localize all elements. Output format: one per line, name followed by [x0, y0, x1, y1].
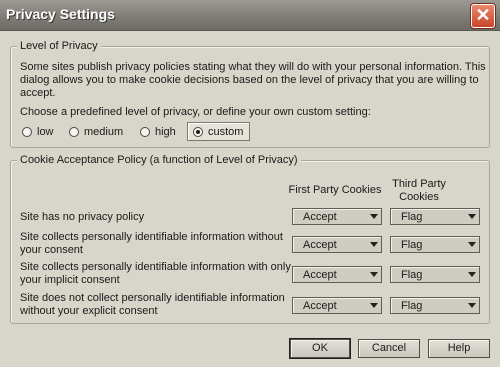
third-party-select-row-2[interactable]: Flag	[390, 236, 480, 253]
privacy-description-line-1: Some sites publish privacy policies stat…	[20, 61, 486, 73]
privacy-level-legend: Level of Privacy	[17, 40, 101, 52]
close-button[interactable]: ✕	[471, 4, 495, 28]
dropdown-arrow-icon[interactable]	[369, 239, 379, 250]
window-title: Privacy Settings	[6, 6, 115, 22]
dropdown-arrow-icon[interactable]	[369, 269, 379, 280]
dropdown-arrow-icon[interactable]	[467, 211, 477, 222]
radio-medium[interactable]: medium	[69, 124, 123, 140]
third-party-value-row-4: Flag	[401, 300, 423, 312]
policy-row-3-label-line-2: your implicit consent	[20, 274, 120, 286]
privacy-description-line-2: dialog allows you to make cookie decisio…	[20, 74, 479, 86]
first-party-select-row-3[interactable]: Accept	[292, 266, 382, 283]
policy-row-3-label-line-1: Site collects personally identifiable in…	[20, 261, 291, 273]
dropdown-arrow-icon[interactable]	[467, 269, 477, 280]
choose-level-label: Choose a predefined level of privacy, or…	[20, 106, 371, 118]
radio-low-label: low	[37, 126, 54, 138]
cancel-button[interactable]: Cancel	[358, 339, 420, 358]
radio-low-indicator[interactable]	[22, 127, 32, 137]
radio-medium-label: medium	[84, 126, 124, 138]
first-party-value-row-3: Accept	[303, 269, 337, 281]
first-party-column-header: First Party Cookies	[288, 184, 382, 196]
radio-custom-label: custom	[208, 125, 244, 138]
close-icon[interactable]: ✕	[475, 5, 490, 25]
title-bar[interactable]: Privacy Settings ✕	[0, 0, 500, 31]
radio-custom-indicator[interactable]	[193, 126, 203, 137]
radio-high-indicator[interactable]	[140, 127, 150, 137]
radio-custom[interactable]: custom	[187, 122, 251, 141]
first-party-value-row-1: Accept	[303, 211, 337, 223]
first-party-value-row-2: Accept	[303, 239, 337, 251]
third-party-column-header-line-1: Third Party	[392, 178, 446, 190]
radio-high[interactable]: high	[140, 124, 176, 140]
cookie-policy-legend: Cookie Acceptance Policy (a function of …	[17, 154, 301, 166]
third-party-select-row-1[interactable]: Flag	[390, 208, 480, 225]
first-party-value-row-4: Accept	[303, 300, 337, 312]
third-party-select-row-4[interactable]: Flag	[390, 297, 480, 314]
ok-button[interactable]: OK	[290, 339, 350, 358]
policy-row-2-label-line-2: your consent	[20, 244, 83, 256]
third-party-value-row-1: Flag	[401, 211, 423, 223]
third-party-column-header-line-2: Cookies	[399, 191, 439, 203]
policy-row-2-label-line-1: Site collects personally identifiable in…	[20, 231, 283, 243]
third-party-value-row-3: Flag	[401, 269, 423, 281]
policy-row-4-label-line-1: Site does not collect personally identif…	[20, 292, 285, 304]
policy-row-4-label-line-2: without your explicit consent	[20, 305, 158, 317]
first-party-select-row-4[interactable]: Accept	[292, 297, 382, 314]
radio-low[interactable]: low	[22, 124, 54, 140]
privacy-description-line-3: accept.	[20, 87, 56, 99]
radio-high-label: high	[155, 126, 176, 138]
help-button[interactable]: Help	[428, 339, 490, 358]
dropdown-arrow-icon[interactable]	[467, 239, 477, 250]
first-party-select-row-1[interactable]: Accept	[292, 208, 382, 225]
dropdown-arrow-icon[interactable]	[369, 211, 379, 222]
dropdown-arrow-icon[interactable]	[467, 300, 477, 311]
first-party-select-row-2[interactable]: Accept	[292, 236, 382, 253]
policy-row-1-label: Site has no privacy policy	[20, 211, 145, 223]
dropdown-arrow-icon[interactable]	[369, 300, 379, 311]
third-party-select-row-3[interactable]: Flag	[390, 266, 480, 283]
third-party-value-row-2: Flag	[401, 239, 423, 251]
radio-medium-indicator[interactable]	[69, 127, 79, 137]
